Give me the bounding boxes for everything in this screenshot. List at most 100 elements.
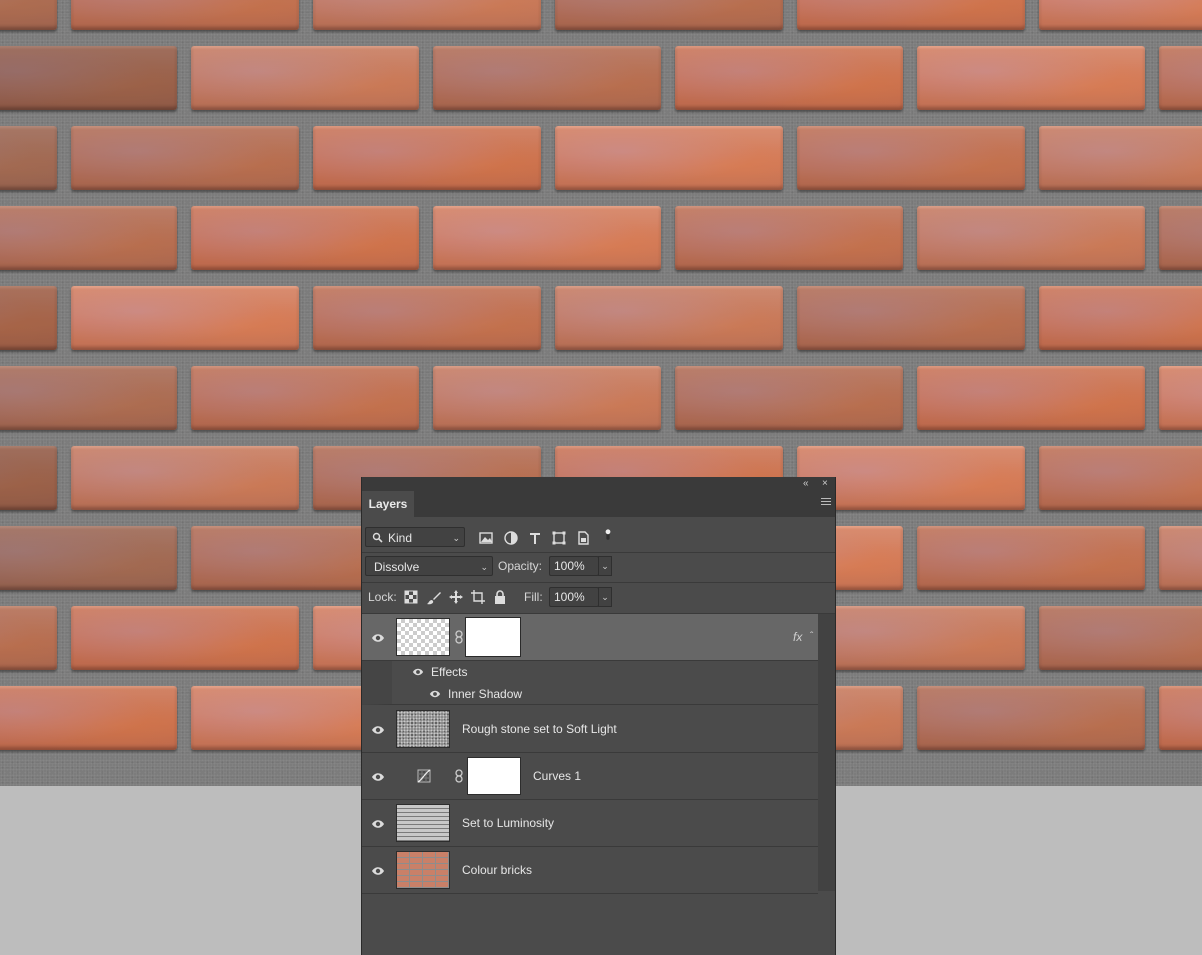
filter-kind-dropdown[interactable]: Kind ⌄ <box>365 527 465 547</box>
brick <box>1039 606 1202 670</box>
brick <box>0 206 177 270</box>
effect-name: Inner Shadow <box>448 687 523 701</box>
brick <box>71 126 299 190</box>
close-panel-icon[interactable]: × <box>822 477 828 491</box>
chevron-down-icon: ⌄ <box>452 533 460 543</box>
brick <box>71 606 299 670</box>
eye-icon[interactable] <box>371 817 385 831</box>
layer-mask-thumbnail[interactable] <box>467 757 521 795</box>
brick <box>917 366 1145 430</box>
link-icon[interactable] <box>455 630 463 644</box>
effects-label: Effects <box>431 665 468 679</box>
lock-image-pixels-icon[interactable] <box>426 590 442 606</box>
layer-row[interactable]: Colour bricks <box>362 847 818 894</box>
pixel-layer-filter-icon[interactable] <box>478 530 494 546</box>
opacity-chevron-icon[interactable]: ⌄ <box>598 556 612 576</box>
brick <box>1039 0 1202 30</box>
layer-row-selected[interactable]: fx ˆ <box>362 614 818 661</box>
eye-icon[interactable] <box>412 666 424 678</box>
smart-object-filter-icon[interactable] <box>575 530 591 546</box>
layers-scrollbar[interactable] <box>818 614 835 891</box>
brick <box>797 126 1025 190</box>
blend-row: Dissolve ⌄ Opacity: 100% ⌄ <box>362 553 835 583</box>
panel-menu-icon[interactable] <box>821 498 831 508</box>
eye-icon[interactable] <box>429 688 441 700</box>
brick <box>433 46 661 110</box>
curves-adjustment-icon <box>417 769 431 783</box>
brick <box>1159 46 1202 110</box>
panel-title-strip: « × <box>362 477 835 491</box>
brick <box>433 206 661 270</box>
brick <box>1039 446 1202 510</box>
fill-field[interactable]: 100% <box>549 587 599 607</box>
brick <box>0 686 177 750</box>
lock-all-icon[interactable] <box>492 589 508 605</box>
layer-row[interactable]: Curves 1 <box>362 753 818 800</box>
filter-kind-label: Kind <box>388 531 413 545</box>
brick <box>191 206 419 270</box>
brick <box>0 46 177 110</box>
brick <box>917 526 1145 590</box>
opacity-label: Opacity: <box>498 559 543 573</box>
chevron-up-icon[interactable]: ˆ <box>810 630 813 644</box>
effect-item-inner-shadow[interactable]: Inner Shadow <box>362 683 818 705</box>
layer-thumbnail-transparent <box>396 618 450 656</box>
layer-row[interactable]: Rough stone set to Soft Light <box>362 706 818 753</box>
eye-icon[interactable] <box>371 723 385 737</box>
brick <box>917 206 1145 270</box>
brick <box>1159 686 1202 750</box>
brick <box>1159 366 1202 430</box>
brick <box>313 126 541 190</box>
brick <box>191 46 419 110</box>
brick <box>71 446 299 510</box>
brick <box>433 366 661 430</box>
layer-name[interactable]: Curves 1 <box>533 769 581 783</box>
layer-name[interactable]: Set to Luminosity <box>462 816 554 830</box>
brick <box>0 286 57 350</box>
chevron-down-icon: ⌄ <box>480 562 488 572</box>
eye-icon[interactable] <box>371 864 385 878</box>
lock-artboard-icon[interactable] <box>470 589 486 605</box>
brick <box>675 366 903 430</box>
lock-row: Lock: Fill: 100% ⌄ <box>362 583 835 614</box>
brick <box>0 526 177 590</box>
brick <box>1039 126 1202 190</box>
brick <box>0 606 57 670</box>
eye-icon[interactable] <box>371 770 385 784</box>
fx-icon[interactable]: fx <box>793 630 802 644</box>
brick <box>0 446 57 510</box>
filter-toggle-icon[interactable] <box>600 527 616 543</box>
adjustment-layer-filter-icon[interactable] <box>503 530 519 546</box>
brick <box>917 686 1145 750</box>
fill-label: Fill: <box>524 590 543 604</box>
blend-mode-value: Dissolve <box>374 560 420 574</box>
layer-row[interactable]: Set to Luminosity <box>362 800 818 847</box>
effects-row[interactable]: Effects <box>362 661 818 683</box>
fill-chevron-icon[interactable]: ⌄ <box>598 587 612 607</box>
shape-layer-filter-icon[interactable] <box>551 530 567 546</box>
brick <box>555 286 783 350</box>
brick <box>675 46 903 110</box>
layer-name[interactable]: Rough stone set to Soft Light <box>462 722 617 736</box>
layer-mask-thumbnail[interactable] <box>465 617 521 657</box>
type-layer-filter-icon[interactable] <box>527 530 543 546</box>
eye-icon[interactable] <box>371 631 385 645</box>
layer-thumbnail-stone <box>396 710 450 748</box>
collapse-panel-icon[interactable]: « <box>803 477 809 491</box>
brick <box>675 206 903 270</box>
brick <box>71 286 299 350</box>
panel-tab-bar: Layers <box>362 491 835 517</box>
brick <box>1039 286 1202 350</box>
lock-position-icon[interactable] <box>448 589 464 605</box>
filter-row: Kind ⌄ <box>362 518 835 553</box>
tab-layers[interactable]: Layers <box>362 491 414 517</box>
layer-name[interactable]: Colour bricks <box>462 863 532 877</box>
lock-transparent-pixels-icon[interactable] <box>404 590 418 604</box>
layers-panel: « × Layers Kind ⌄ Dissolve ⌄ Opacity: 10… <box>361 477 836 955</box>
brick <box>1159 526 1202 590</box>
opacity-field[interactable]: 100% <box>549 556 599 576</box>
brick <box>0 0 57 30</box>
brick <box>191 366 419 430</box>
link-icon[interactable] <box>455 769 463 783</box>
blend-mode-dropdown[interactable]: Dissolve ⌄ <box>365 556 493 576</box>
